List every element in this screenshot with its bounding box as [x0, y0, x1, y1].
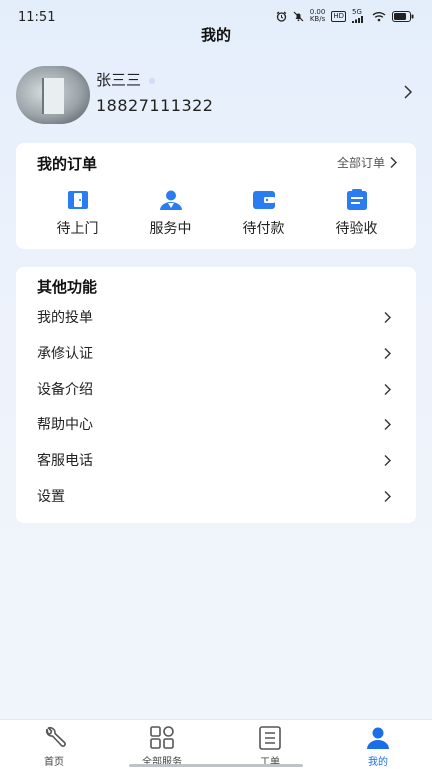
clipboard-icon: [346, 189, 367, 210]
profile-icon: [367, 727, 389, 749]
other-features-card: 其他功能 我的投单 承修认证 设备介绍 帮助中心 客服电话 设置: [16, 267, 416, 523]
menu-item-settings[interactable]: 设置: [16, 478, 416, 514]
hd-badge: HD: [331, 10, 346, 22]
order-status-pending-visit[interactable]: 待上门: [31, 189, 124, 238]
tab-all-services[interactable]: 全部服务: [122, 726, 202, 768]
chevron-right-icon[interactable]: [402, 84, 414, 100]
user-name: 张三三: [96, 69, 156, 90]
wrench-icon: [45, 726, 66, 747]
all-orders-link[interactable]: 全部订单: [337, 154, 398, 171]
page-title: 我的: [200, 26, 231, 44]
signal-icon: 5G: [352, 9, 366, 23]
alarm-icon: [276, 11, 287, 22]
menu-item-repair-certification[interactable]: 承修认证: [16, 335, 416, 371]
person-icon: [159, 190, 182, 210]
document-icon: [259, 726, 281, 750]
my-orders-card: 我的订单 全部订单 待上门 服务中 待付款 待验收: [16, 143, 416, 249]
tab-work-orders[interactable]: 工单: [230, 726, 310, 768]
battery-icon: [392, 10, 414, 22]
chevron-right-icon: [390, 157, 397, 168]
feature-list: 我的投单 承修认证 设备介绍 帮助中心 客服电话 设置: [16, 299, 416, 514]
tab-mine[interactable]: 我的: [338, 726, 418, 768]
net-speed: 0.00 KB/s: [309, 8, 326, 23]
bottom-tab-bar: 首页 全部服务 工单 我的: [0, 719, 432, 769]
name-badge-dot: [149, 77, 156, 84]
mute-bell-icon: [293, 11, 304, 21]
home-indicator[interactable]: [129, 764, 303, 767]
chevron-right-icon: [384, 383, 391, 395]
door-icon: [67, 191, 88, 209]
chevron-right-icon: [384, 419, 391, 431]
chevron-right-icon: [384, 490, 391, 502]
order-status-in-service[interactable]: 服务中: [124, 189, 217, 238]
chevron-right-icon: [384, 455, 391, 467]
order-status-pending-payment[interactable]: 待付款: [217, 189, 310, 238]
avatar[interactable]: [16, 66, 90, 124]
menu-item-my-orders-submitted[interactable]: 我的投单: [16, 299, 416, 335]
menu-item-customer-service-phone[interactable]: 客服电话: [16, 442, 416, 478]
chevron-right-icon: [384, 312, 391, 323]
menu-item-help-center[interactable]: 帮助中心: [16, 406, 416, 442]
menu-item-device-intro[interactable]: 设备介绍: [16, 371, 416, 407]
status-icons: 0.00 KB/s HD 5G: [276, 9, 414, 23]
user-phone: 18827111322: [96, 96, 214, 115]
wallet-icon: [252, 191, 275, 209]
orders-title: 我的订单: [37, 155, 98, 173]
features-title: 其他功能: [37, 278, 98, 296]
status-time: 11:51: [18, 10, 56, 25]
wifi-icon: [372, 11, 386, 21]
order-status-pending-acceptance[interactable]: 待验收: [310, 189, 403, 238]
tab-home[interactable]: 首页: [14, 726, 94, 768]
profile-card[interactable]: 张三三 18827111322: [16, 66, 416, 126]
grid-icon: [150, 726, 174, 749]
chevron-right-icon: [384, 347, 391, 359]
